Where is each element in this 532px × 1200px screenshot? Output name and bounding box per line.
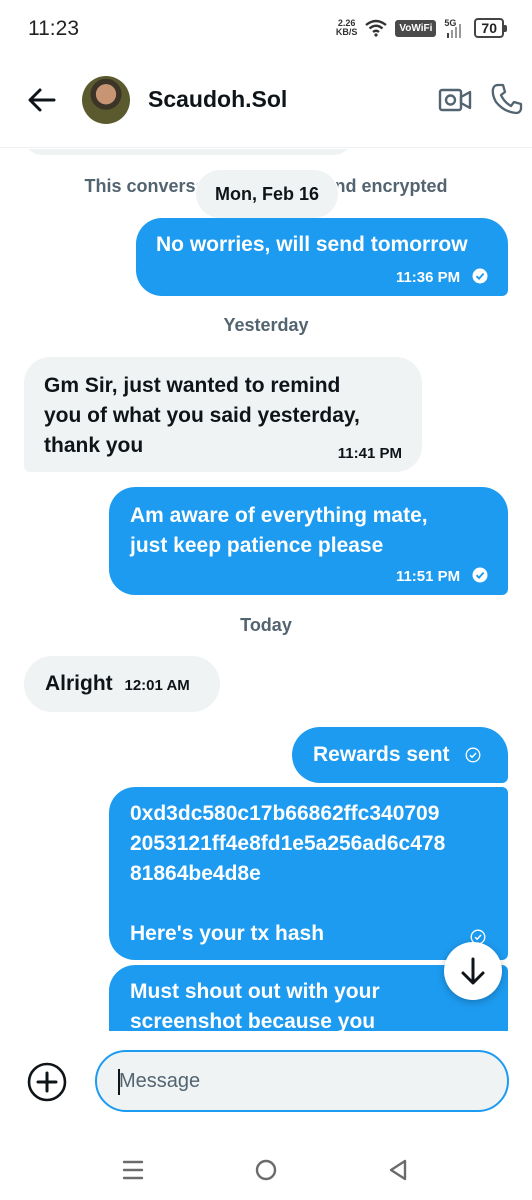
- tx-hash-line: 0xd3dc580c17b66862ffc340709: [130, 802, 440, 825]
- video-camera-icon[interactable]: [438, 84, 472, 116]
- message-list[interactable]: This conversation is end-to-end encrypte…: [0, 149, 532, 1031]
- message-text-line: Gm Sir, just wanted to remind: [44, 374, 341, 397]
- message-composer: [0, 1031, 532, 1131]
- phone-icon[interactable]: [490, 82, 524, 116]
- status-indicators: 2.26 KB/S VoWiFi 5G 70: [335, 18, 507, 38]
- wifi-icon: [365, 19, 388, 37]
- scroll-to-bottom-button[interactable]: [444, 942, 502, 1000]
- day-separator: Yesterday: [223, 315, 309, 335]
- vowifi-badge: VoWiFi: [395, 19, 437, 37]
- message-bubble-partial: [24, 149, 352, 155]
- message-text-line: screenshot because you: [130, 1010, 376, 1031]
- message-time: 12:01 AM: [124, 677, 190, 694]
- message-text: No worries, will send tomorrow: [156, 233, 468, 256]
- message-text-line: Am aware of everything mate,: [130, 504, 428, 527]
- status-time: 11:23: [28, 17, 79, 40]
- message-bubble-outgoing[interactable]: No worries, will send tomorrow 11:36 PM: [136, 218, 508, 296]
- add-media-icon[interactable]: [27, 1062, 67, 1102]
- message-time: 11:41 PM: [337, 445, 402, 462]
- avatar[interactable]: [82, 76, 130, 124]
- network-speed: 2.26 KB/S: [335, 18, 358, 37]
- message-time: 11:36 PM: [395, 269, 461, 286]
- message-text: Here's your tx hash: [130, 922, 325, 945]
- message-input[interactable]: [95, 1050, 509, 1112]
- read-check-icon: [472, 268, 488, 284]
- back-arrow-icon[interactable]: [26, 84, 58, 116]
- status-bar: 11:23 2.26 KB/S VoWiFi 5G 70: [0, 0, 532, 60]
- message-bubble-outgoing[interactable]: Am aware of everything mate, just keep p…: [109, 487, 508, 595]
- sent-check-icon: [465, 747, 481, 763]
- message-text-line: Must shout out with your: [130, 980, 380, 1003]
- back-triangle-icon[interactable]: [387, 1158, 409, 1182]
- floating-date-chip: Mon, Feb 16: [196, 170, 338, 218]
- message-bubble-outgoing[interactable]: Rewards sent: [292, 727, 508, 783]
- message-text-line: just keep patience please: [130, 534, 384, 557]
- message-time: 11:51 PM: [395, 568, 461, 585]
- tx-hash-line: 2053121ff4e8fd1e5a256ad6c478: [130, 832, 446, 855]
- message-bubble-outgoing[interactable]: 0xd3dc580c17b66862ffc340709 2053121ff4e8…: [109, 787, 508, 960]
- message-text-line: you of what you said yesterday,: [44, 404, 360, 427]
- message-bubble-incoming[interactable]: Alright 12:01 AM: [24, 656, 220, 712]
- message-bubble-incoming[interactable]: Gm Sir, just wanted to remind you of wha…: [24, 357, 422, 472]
- tx-hash-line: 81864be4d8e: [130, 862, 261, 885]
- message-text: Alright: [45, 672, 113, 695]
- chat-header: Scaudoh.Sol: [0, 62, 532, 148]
- day-separator: Today: [240, 615, 292, 635]
- home-icon[interactable]: [255, 1159, 277, 1181]
- battery-indicator: 70: [474, 18, 507, 38]
- text-caret: [118, 1069, 120, 1095]
- cell-signal-icon: 5G: [444, 18, 466, 38]
- contact-name[interactable]: Scaudoh.Sol: [148, 86, 287, 113]
- system-nav-bar: [0, 1131, 532, 1200]
- arrow-down-icon: [461, 957, 485, 985]
- read-check-icon: [472, 567, 488, 583]
- message-text: Rewards sent: [313, 743, 450, 766]
- recent-apps-icon[interactable]: [121, 1159, 145, 1181]
